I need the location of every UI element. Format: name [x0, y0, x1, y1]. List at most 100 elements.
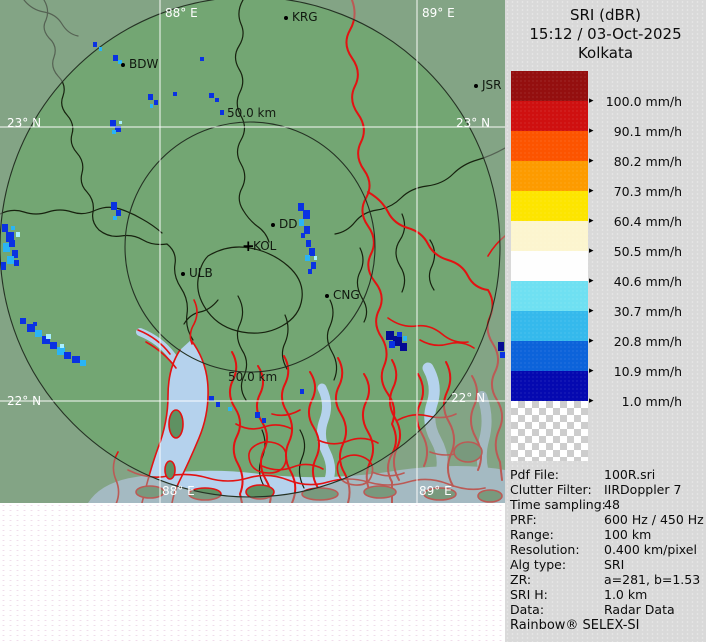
scale-label: ▸ 60.4 mm/h [589, 213, 703, 229]
scale-unit: mm/h [645, 93, 683, 109]
scale-band [511, 311, 588, 341]
scale-band [511, 161, 588, 191]
scale-tick-arrow-icon: ▸ [589, 156, 594, 166]
metadata-label: Alg type: [510, 557, 567, 572]
scale-value: 80.2 [613, 153, 642, 169]
scale-band [511, 131, 588, 161]
grid-coordinate-label: 22° N [7, 394, 42, 408]
metadata-row: SRI H: 1.0 km [510, 587, 704, 602]
scale-label: ▸ 100.0 mm/h [589, 93, 703, 109]
grid-coordinate-label: 23° N [456, 116, 491, 130]
metadata-label: PRF: [510, 512, 537, 527]
scale-unit: mm/h [645, 123, 683, 139]
scale-label: ▸ 1.0 mm/h [589, 393, 703, 409]
grid-coordinate-label: 88° E [165, 6, 198, 20]
scale-band [511, 251, 588, 281]
metadata-row: Time sampling: 48 [510, 497, 704, 512]
scale-unit: mm/h [645, 213, 683, 229]
timestamp: 15:12 / 03-Oct-2025 [529, 25, 682, 43]
grid-coordinate-label: 23° N [7, 116, 42, 130]
scale-band-empty [511, 401, 588, 461]
metadata-label: ZR: [510, 572, 532, 587]
metadata-value: 600 Hz / 450 Hz [604, 512, 704, 527]
scale-tick-arrow-icon: ▸ [589, 96, 594, 106]
info-panel: SRI (dBR) 15:12 / 03-Oct-2025 Kolkata ▸ 1… [505, 0, 706, 642]
city-marker [325, 294, 329, 298]
metadata-value: SRI [604, 557, 625, 572]
scale-label: ▸ 50.5 mm/h [589, 243, 703, 259]
grid-coordinate-label: 88° E [162, 484, 195, 498]
scale-band [511, 341, 588, 371]
scale-label: ▸ 10.9 mm/h [589, 363, 703, 379]
radar-site-name: Kolkata [577, 44, 634, 62]
panel-header: SRI (dBR) 15:12 / 03-Oct-2025 Kolkata [505, 6, 706, 63]
scale-unit: mm/h [645, 393, 683, 409]
scale-value: 40.6 [613, 273, 642, 289]
metadata-label: Data: [510, 602, 545, 617]
product-title: SRI (dBR) [569, 6, 642, 24]
scale-unit: mm/h [645, 333, 683, 349]
scale-value: 10.9 [613, 363, 642, 379]
metadata-value: a=281, b=1.53 [604, 572, 701, 587]
metadata-label: SRI H: [510, 587, 548, 602]
scale-tick-arrow-icon: ▸ [589, 186, 594, 196]
scale-tick-arrow-icon: ▸ [589, 246, 594, 256]
scale-band [511, 221, 588, 251]
scale-value: 30.7 [613, 303, 642, 319]
grid-coordinate-label: 89° E [419, 484, 452, 498]
metadata-value: 100 km [604, 527, 652, 542]
scale-band [511, 71, 588, 101]
scale-tick-arrow-icon: ▸ [589, 306, 594, 316]
scale-band [511, 281, 588, 311]
metadata-value: 48 [604, 497, 620, 512]
map-label-layer: 88° E 89° E 23° N 23° N 22° N 22° N 88° E 89° E… [0, 0, 505, 503]
scale-label: ▸ 70.3 mm/h [589, 183, 703, 199]
metadata-row: Pdf File: 100R.sri [510, 467, 704, 482]
scale-band [511, 101, 588, 131]
metadata-row: ZR: a=281, b=1.53 [510, 572, 704, 587]
city-label: KRG [292, 10, 318, 24]
grid-coordinate-label: 89° E [422, 6, 455, 20]
metadata-row: PRF: 600 Hz / 450 Hz [510, 512, 704, 527]
scale-label: ▸ 30.7 mm/h [589, 303, 703, 319]
metadata-row: Range: 100 km [510, 527, 704, 542]
metadata-label: Pdf File: [510, 467, 559, 482]
metadata-value: IIRDoppler 7 [604, 482, 682, 497]
city-label: CNG [333, 288, 360, 302]
scale-unit: mm/h [645, 153, 683, 169]
city-marker [284, 16, 288, 20]
scale-tick-arrow-icon: ▸ [589, 276, 594, 286]
scale-value: 70.3 [613, 183, 642, 199]
scale-label: ▸ 40.6 mm/h [589, 273, 703, 289]
metadata-label: Time sampling: [510, 497, 606, 512]
range-ring-label: 50.0 km [227, 106, 277, 120]
scale-value: 20.8 [613, 333, 642, 349]
scale-value: 100.0 [605, 93, 642, 109]
bottom-margin [0, 503, 505, 642]
metadata-value: 0.400 km/pixel [604, 542, 697, 557]
radar-map: 88° E 89° E 23° N 23° N 22° N 22° N 88° E 89° E… [0, 0, 505, 503]
city-label: ULB [189, 266, 213, 280]
metadata-row: Resolution: 0.400 km/pixel [510, 542, 704, 557]
city-label: DD [279, 217, 298, 231]
scale-band [511, 191, 588, 221]
scale-label: ▸ 20.8 mm/h [589, 333, 703, 349]
scale-value: 90.1 [613, 123, 642, 139]
metadata-value: Radar Data [604, 602, 675, 617]
scale-unit: mm/h [645, 243, 683, 259]
metadata-row: Data: Radar Data [510, 602, 704, 617]
metadata-label: Clutter Filter: [510, 482, 592, 497]
scale-unit: mm/h [645, 303, 683, 319]
city-label: JSR [482, 78, 502, 92]
scale-label: ▸ 90.1 mm/h [589, 123, 703, 139]
scale-tick-arrow-icon: ▸ [589, 216, 594, 226]
scale-value: 50.5 [613, 243, 642, 259]
scale-label: ▸ 80.2 mm/h [589, 153, 703, 169]
city-marker [271, 223, 275, 227]
city-label: KOL [253, 239, 277, 253]
metadata-value: 1.0 km [604, 587, 648, 602]
city-label: BDW [129, 57, 159, 71]
scale-tick-arrow-icon: ▸ [589, 396, 594, 406]
software-credit: Rainbow® SELEX-SI [510, 618, 640, 633]
scale-band [511, 371, 588, 401]
